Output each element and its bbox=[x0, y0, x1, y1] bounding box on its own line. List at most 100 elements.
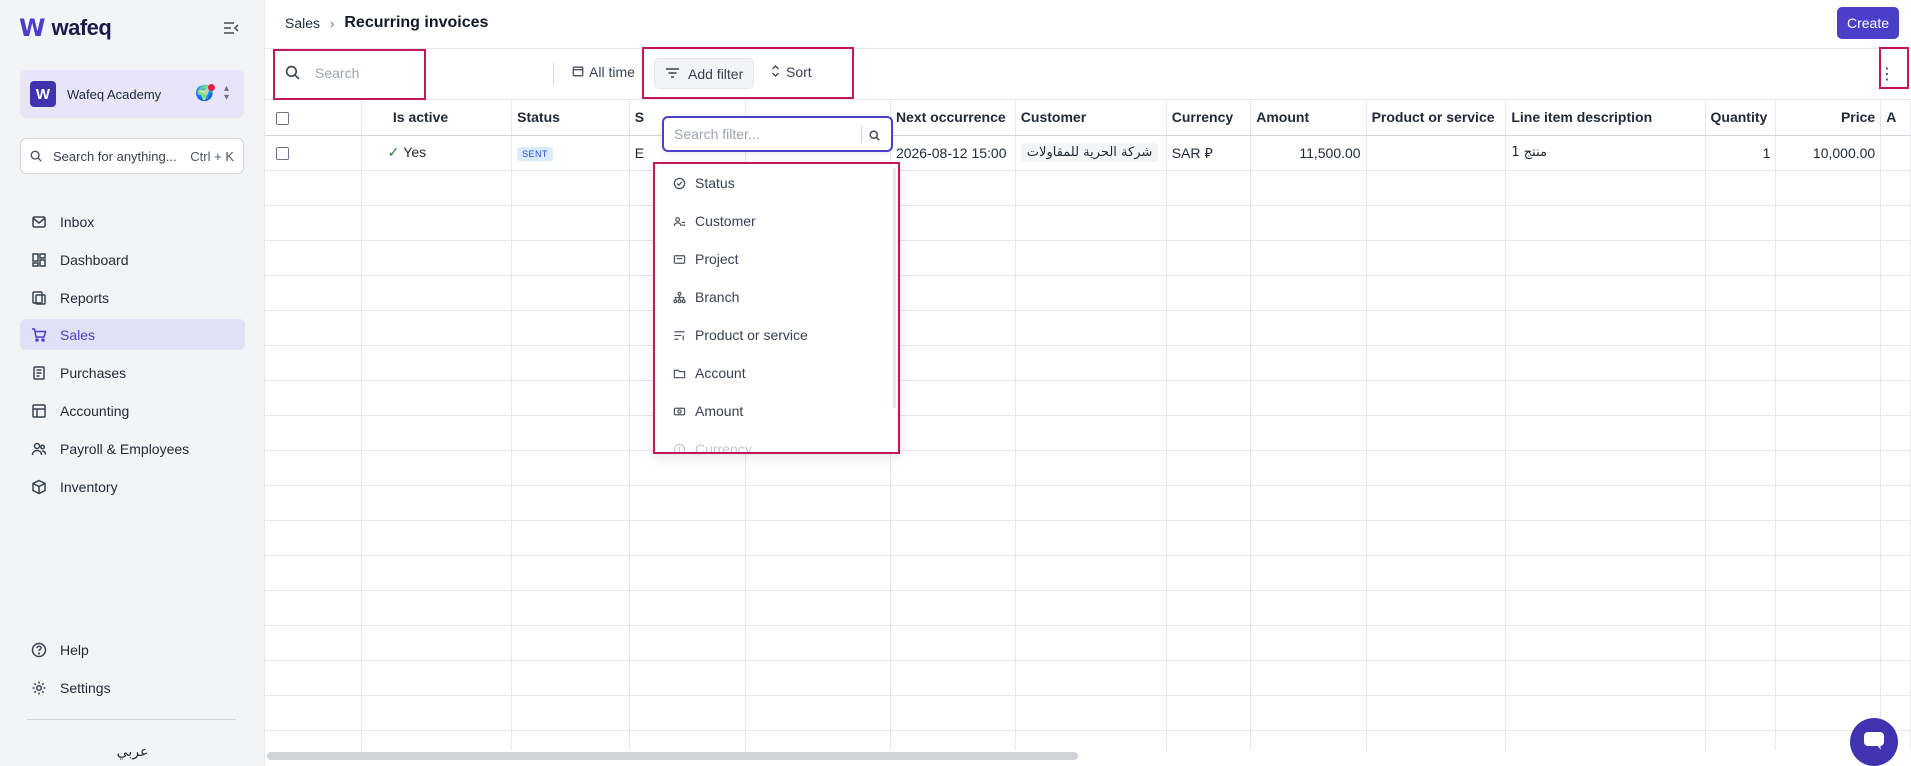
empty-table-row bbox=[265, 625, 1911, 661]
empty-cell bbox=[745, 625, 891, 661]
column-header-is-active[interactable]: Is active bbox=[361, 100, 513, 136]
create-button[interactable]: Create bbox=[1836, 7, 1899, 39]
column-header-product[interactable]: Product or service bbox=[1366, 100, 1507, 136]
sidebar-item-inbox[interactable]: Inbox bbox=[20, 206, 245, 237]
gear-icon bbox=[30, 679, 48, 697]
table-row[interactable]: ✓ Yes SENT E 2026-08-12 15:00 شركة الحرية… bbox=[265, 135, 1911, 171]
empty-cell bbox=[511, 240, 630, 276]
customer-pill[interactable]: شركة الحرية للمقاولات bbox=[1020, 143, 1159, 162]
column-header-a[interactable]: A bbox=[1880, 100, 1911, 136]
empty-cell bbox=[1880, 275, 1911, 311]
empty-cell bbox=[361, 240, 513, 276]
chevron-updown-icon: ▴ ▾ bbox=[224, 83, 230, 103]
empty-table-row bbox=[265, 520, 1911, 556]
sidebar-item-help[interactable]: Help bbox=[20, 634, 245, 665]
empty-cell bbox=[1505, 730, 1706, 750]
price-cell: 10,000.00 bbox=[1775, 135, 1882, 171]
filter-option-status[interactable]: Status bbox=[655, 164, 898, 202]
empty-cell bbox=[1775, 275, 1882, 311]
sidebar-item-reports[interactable]: Reports bbox=[20, 282, 245, 313]
column-header-description[interactable]: Line item description bbox=[1505, 100, 1706, 136]
empty-cell bbox=[890, 345, 1016, 381]
logo[interactable]: W wafeq bbox=[19, 14, 112, 42]
row-checkbox[interactable] bbox=[276, 147, 289, 161]
filter-search-input[interactable]: Search filter... bbox=[662, 116, 893, 152]
sidebar-item-payroll[interactable]: Payroll & Employees bbox=[20, 433, 245, 464]
organization-switcher[interactable]: W Wafeq Academy 🌍 ▴ ▾ bbox=[20, 70, 244, 118]
empty-cell bbox=[745, 520, 891, 556]
filter-option-branch[interactable]: Branch bbox=[655, 278, 898, 316]
date-range-filter[interactable]: All time bbox=[572, 64, 635, 80]
empty-cell bbox=[1705, 485, 1777, 521]
empty-cell bbox=[511, 415, 630, 451]
search-highlight-box bbox=[273, 49, 426, 100]
empty-cell bbox=[1775, 625, 1882, 661]
filter-option-amount[interactable]: Amount bbox=[655, 392, 898, 430]
filter-option-project[interactable]: Project bbox=[655, 240, 898, 278]
empty-cell bbox=[629, 730, 747, 750]
empty-cell bbox=[629, 450, 747, 486]
currency-cell: SAR ⃁ bbox=[1166, 135, 1252, 171]
sidebar-divider bbox=[27, 719, 236, 720]
empty-cell bbox=[511, 450, 630, 486]
sidebar-item-purchases[interactable]: Purchases bbox=[20, 357, 245, 388]
empty-cell bbox=[1705, 625, 1777, 661]
filter-option-account[interactable]: Account bbox=[655, 354, 898, 392]
sidebar-item-sales[interactable]: Sales bbox=[20, 319, 245, 350]
sidebar-item-accounting[interactable]: Accounting bbox=[20, 395, 245, 426]
filter-option-customer[interactable]: Customer bbox=[655, 202, 898, 240]
filter-list-scrollbar[interactable] bbox=[893, 168, 896, 408]
empty-cell bbox=[1505, 380, 1706, 416]
breadcrumb-sales-link[interactable]: Sales bbox=[285, 15, 320, 31]
toolbar-divider bbox=[553, 63, 554, 85]
empty-cell bbox=[1505, 520, 1706, 556]
empty-cell bbox=[1880, 660, 1911, 696]
column-header-amount[interactable]: Amount bbox=[1250, 100, 1367, 136]
sidebar-item-settings[interactable]: Settings bbox=[20, 672, 245, 703]
breadcrumb: Sales › Recurring invoices bbox=[285, 14, 488, 32]
status-cell: SENT bbox=[511, 135, 630, 171]
column-header-currency[interactable]: Currency bbox=[1166, 100, 1252, 136]
empty-cell bbox=[1250, 660, 1367, 696]
empty-cell bbox=[1250, 240, 1367, 276]
box-icon bbox=[30, 478, 48, 496]
search-icon bbox=[30, 149, 44, 163]
sidebar-item-dashboard[interactable]: Dashboard bbox=[20, 244, 245, 275]
empty-cell bbox=[361, 450, 513, 486]
column-header-quantity[interactable]: Quantity bbox=[1705, 100, 1777, 136]
empty-table-row bbox=[265, 660, 1911, 696]
empty-cell bbox=[265, 660, 362, 696]
customer-icon bbox=[673, 215, 686, 228]
filter-option-label: Branch bbox=[695, 289, 740, 305]
horizontal-scrollbar[interactable] bbox=[267, 752, 1078, 760]
global-search-input[interactable]: Search for anything... Ctrl + K bbox=[20, 138, 244, 174]
filter-option-currency[interactable]: Currency bbox=[655, 430, 898, 452]
chat-support-button[interactable] bbox=[1850, 718, 1898, 766]
empty-cell bbox=[745, 555, 891, 591]
empty-cell bbox=[1166, 520, 1252, 556]
page-title: Recurring invoices bbox=[344, 14, 489, 31]
column-header-next-occurrence[interactable]: Next occurrence bbox=[890, 100, 1016, 136]
empty-cell bbox=[1166, 695, 1252, 731]
sidebar-item-inventory[interactable]: Inventory bbox=[20, 471, 245, 502]
empty-cell bbox=[265, 695, 362, 731]
status-check-icon bbox=[673, 177, 686, 190]
empty-cell bbox=[1705, 170, 1777, 206]
empty-cell bbox=[1250, 380, 1367, 416]
column-header-customer[interactable]: Customer bbox=[1015, 100, 1167, 136]
is-active-value: Yes bbox=[403, 144, 427, 160]
filter-search-placeholder: Search filter... bbox=[674, 126, 760, 142]
empty-cell bbox=[1015, 660, 1167, 696]
language-toggle[interactable]: عربي bbox=[0, 744, 265, 760]
empty-cell bbox=[361, 345, 513, 381]
column-header-price[interactable]: Price bbox=[1775, 100, 1882, 136]
empty-cell bbox=[890, 380, 1016, 416]
filter-option-product[interactable]: Product or service bbox=[655, 316, 898, 354]
collapse-sidebar-icon[interactable] bbox=[222, 20, 242, 38]
select-all-checkbox[interactable] bbox=[276, 112, 289, 126]
empty-cell bbox=[1366, 555, 1507, 591]
empty-cell bbox=[629, 590, 747, 626]
column-header-status[interactable]: Status bbox=[511, 100, 630, 136]
empty-cell bbox=[265, 485, 362, 521]
empty-table-row bbox=[265, 205, 1911, 241]
